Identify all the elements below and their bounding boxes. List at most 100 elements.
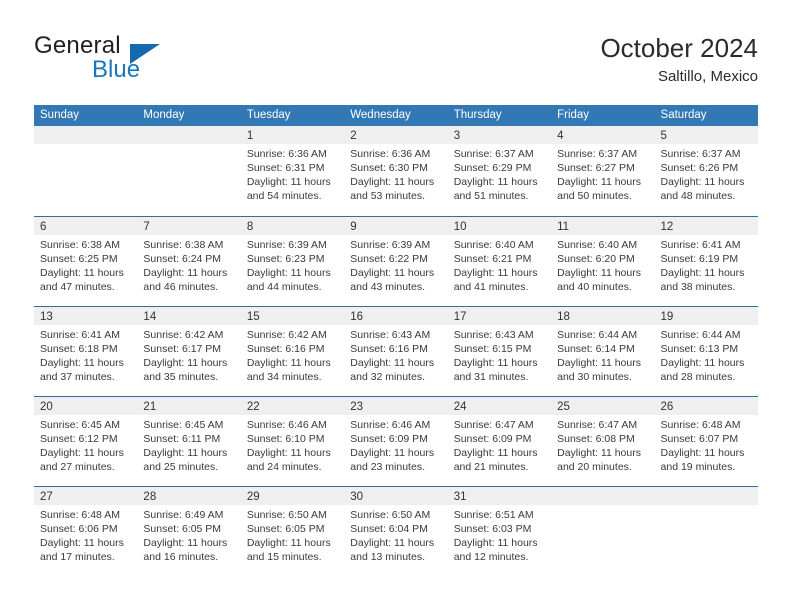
daylight-text-line2: and 51 minutes. <box>453 190 529 202</box>
calendar-day-cell-empty <box>551 487 655 576</box>
daylight-text-line2: and 32 minutes. <box>350 371 425 383</box>
calendar-day-cell[interactable]: 18 Sunrise: 6:44 AM Sunset: 6:14 PM Dayligh… <box>551 307 655 396</box>
day-number: 8 <box>246 221 254 233</box>
calendar-day-cell[interactable]: 26 Sunrise: 6:48 AM Sunset: 6:07 PM Dayligh… <box>654 397 758 486</box>
calendar-day-cell[interactable]: 20 Sunrise: 6:45 AM Sunset: 6:12 PM Dayligh… <box>34 397 138 486</box>
daylight-text-line1: Daylight: 11 hours <box>453 537 538 549</box>
sunrise-text: Sunrise: 6:36 AM <box>246 148 327 160</box>
calendar-day-cell[interactable]: 3 Sunrise: 6:37 AM Sunset: 6:29 PM Daylight… <box>447 126 552 216</box>
calendar-day-cell[interactable]: 6 Sunrise: 6:38 AM Sunset: 6:25 PM Daylight… <box>34 217 138 306</box>
day-details: Sunrise: 6:37 AM Sunset: 6:26 PM Daylight:… <box>655 144 758 203</box>
calendar-day-cell[interactable]: 19 Sunrise: 6:44 AM Sunset: 6:13 PM Dayligh… <box>654 307 758 396</box>
daylight-text-line1: Daylight: 11 hours <box>557 357 641 369</box>
sunrise-text: Sunrise: 6:46 AM <box>246 419 327 431</box>
day-number-band <box>551 487 655 505</box>
daylight-text-line2: and 17 minutes. <box>40 551 115 563</box>
calendar-day-cell[interactable]: 29 Sunrise: 6:50 AM Sunset: 6:05 PM Dayligh… <box>240 487 345 576</box>
day-number: 9 <box>350 221 357 233</box>
day-number: 16 <box>350 311 364 323</box>
calendar-page: General Blue October 2024 Saltillo, Mexi… <box>0 0 792 612</box>
sunset-text: Sunset: 6:31 PM <box>246 162 325 174</box>
day-number: 17 <box>453 311 467 323</box>
day-number: 26 <box>660 401 674 413</box>
calendar-day-cell[interactable]: 17 Sunrise: 6:43 AM Sunset: 6:15 PM Dayligh… <box>447 307 552 396</box>
calendar-week-row: 13 Sunrise: 6:41 AM Sunset: 6:18 PM Dayligh… <box>34 306 758 396</box>
daylight-text-line1: Daylight: 11 hours <box>453 267 538 279</box>
daylight-text-line2: and 24 minutes. <box>246 461 322 473</box>
weekday-header-wednesday: Wednesday <box>350 109 411 121</box>
calendar-day-cell[interactable]: 10 Sunrise: 6:40 AM Sunset: 6:21 PM Dayligh… <box>447 217 552 306</box>
day-details: Sunrise: 6:50 AM Sunset: 6:04 PM Daylight:… <box>344 505 447 564</box>
calendar-day-cell[interactable]: 8 Sunrise: 6:39 AM Sunset: 6:23 PM Daylight… <box>240 217 345 306</box>
day-details: Sunrise: 6:36 AM Sunset: 6:30 PM Daylight:… <box>344 144 447 203</box>
calendar-day-cell[interactable]: 27 Sunrise: 6:48 AM Sunset: 6:06 PM Dayligh… <box>34 487 138 576</box>
day-number-band: 1 <box>240 126 345 144</box>
calendar-day-cell[interactable]: 28 Sunrise: 6:49 AM Sunset: 6:05 PM Dayligh… <box>137 487 241 576</box>
day-number-band: 30 <box>344 487 448 505</box>
sunrise-text: Sunrise: 6:36 AM <box>350 148 431 160</box>
sunrise-text: Sunrise: 6:51 AM <box>453 509 534 521</box>
logo-text-blue: Blue <box>92 56 141 83</box>
day-details: Sunrise: 6:40 AM Sunset: 6:20 PM Daylight:… <box>551 235 654 294</box>
calendar-day-cell[interactable]: 22 Sunrise: 6:46 AM Sunset: 6:10 PM Dayligh… <box>240 397 345 486</box>
calendar-day-cell[interactable]: 30 Sunrise: 6:50 AM Sunset: 6:04 PM Dayligh… <box>344 487 448 576</box>
calendar-day-cell[interactable]: 12 Sunrise: 6:41 AM Sunset: 6:19 PM Dayligh… <box>654 217 758 306</box>
day-details: Sunrise: 6:36 AM Sunset: 6:31 PM Daylight:… <box>241 144 344 203</box>
calendar-day-cell[interactable]: 13 Sunrise: 6:41 AM Sunset: 6:18 PM Dayligh… <box>34 307 138 396</box>
sunrise-text: Sunrise: 6:37 AM <box>453 148 534 160</box>
day-number-band: 15 <box>240 307 345 325</box>
sunrise-text: Sunrise: 6:39 AM <box>246 239 327 251</box>
calendar-day-cell[interactable]: 25 Sunrise: 6:47 AM Sunset: 6:08 PM Dayligh… <box>551 397 655 486</box>
sunrise-text: Sunrise: 6:50 AM <box>350 509 431 521</box>
calendar-day-cell[interactable]: 5 Sunrise: 6:37 AM Sunset: 6:26 PM Daylight… <box>654 126 758 216</box>
daylight-text-line1: Daylight: 11 hours <box>557 267 641 279</box>
day-number-band: 2 <box>344 126 448 144</box>
day-number: 15 <box>246 311 260 323</box>
daylight-text-line1: Daylight: 11 hours <box>246 357 331 369</box>
sunset-text: Sunset: 6:10 PM <box>246 433 325 445</box>
sunset-text: Sunset: 6:07 PM <box>660 433 739 445</box>
day-number-band: 9 <box>344 217 448 235</box>
calendar-day-cell[interactable]: 11 Sunrise: 6:40 AM Sunset: 6:20 PM Dayligh… <box>551 217 655 306</box>
calendar-day-cell[interactable]: 2 Sunrise: 6:36 AM Sunset: 6:30 PM Daylight… <box>344 126 448 216</box>
calendar-day-cell[interactable]: 24 Sunrise: 6:47 AM Sunset: 6:09 PM Dayligh… <box>447 397 552 486</box>
calendar-day-cell-empty <box>137 126 241 216</box>
calendar-day-cell-empty <box>654 487 758 576</box>
calendar-grid: Sunday Monday Tuesday Wednesday Thursday Frid… <box>34 105 758 576</box>
day-details: Sunrise: 6:46 AM Sunset: 6:10 PM Daylight:… <box>241 415 344 474</box>
daylight-text-line2: and 21 minutes. <box>453 461 529 473</box>
daylight-text-line1: Daylight: 11 hours <box>143 537 228 549</box>
calendar-day-cell[interactable]: 15 Sunrise: 6:42 AM Sunset: 6:16 PM Dayligh… <box>240 307 345 396</box>
day-number: 12 <box>660 221 674 233</box>
general-blue-logo[interactable]: General Blue <box>34 32 264 90</box>
day-number: 31 <box>453 491 467 503</box>
calendar-day-cell[interactable]: 9 Sunrise: 6:39 AM Sunset: 6:22 PM Daylight… <box>344 217 448 306</box>
weekday-header-monday: Monday <box>143 109 185 121</box>
page-subtitle: Saltillo, Mexico <box>657 68 758 85</box>
day-number: 27 <box>40 491 53 503</box>
calendar-day-cell[interactable]: 21 Sunrise: 6:45 AM Sunset: 6:11 PM Dayligh… <box>137 397 241 486</box>
calendar-day-cell[interactable]: 4 Sunrise: 6:37 AM Sunset: 6:27 PM Daylight… <box>551 126 655 216</box>
daylight-text-line1: Daylight: 11 hours <box>350 176 435 188</box>
daylight-text-line2: and 50 minutes. <box>557 190 632 202</box>
calendar-day-cell[interactable]: 16 Sunrise: 6:43 AM Sunset: 6:16 PM Dayligh… <box>344 307 448 396</box>
calendar-day-cell[interactable]: 1 Sunrise: 6:36 AM Sunset: 6:31 PM Daylight… <box>240 126 345 216</box>
day-number: 2 <box>350 130 357 142</box>
day-number-band: 29 <box>240 487 345 505</box>
day-number-band: 11 <box>551 217 655 235</box>
day-details: Sunrise: 6:50 AM Sunset: 6:05 PM Daylight:… <box>241 505 344 564</box>
calendar-day-cell[interactable]: 14 Sunrise: 6:42 AM Sunset: 6:17 PM Dayligh… <box>137 307 241 396</box>
calendar-day-cell[interactable]: 31 Sunrise: 6:51 AM Sunset: 6:03 PM Dayligh… <box>447 487 552 576</box>
calendar-day-cell[interactable]: 7 Sunrise: 6:38 AM Sunset: 6:24 PM Daylight… <box>137 217 241 306</box>
day-number-band: 19 <box>654 307 758 325</box>
sunrise-text: Sunrise: 6:48 AM <box>40 509 120 521</box>
daylight-text-line2: and 46 minutes. <box>143 281 219 293</box>
day-details: Sunrise: 6:37 AM Sunset: 6:29 PM Daylight:… <box>448 144 551 203</box>
calendar-day-cell[interactable]: 23 Sunrise: 6:46 AM Sunset: 6:09 PM Dayligh… <box>344 397 448 486</box>
page-title: October 2024 <box>600 33 758 63</box>
daylight-text-line2: and 20 minutes. <box>557 461 632 473</box>
daylight-text-line1: Daylight: 11 hours <box>40 537 124 549</box>
daylight-text-line2: and 19 minutes. <box>660 461 736 473</box>
day-number: 22 <box>246 401 260 413</box>
sunset-text: Sunset: 6:20 PM <box>557 253 635 265</box>
